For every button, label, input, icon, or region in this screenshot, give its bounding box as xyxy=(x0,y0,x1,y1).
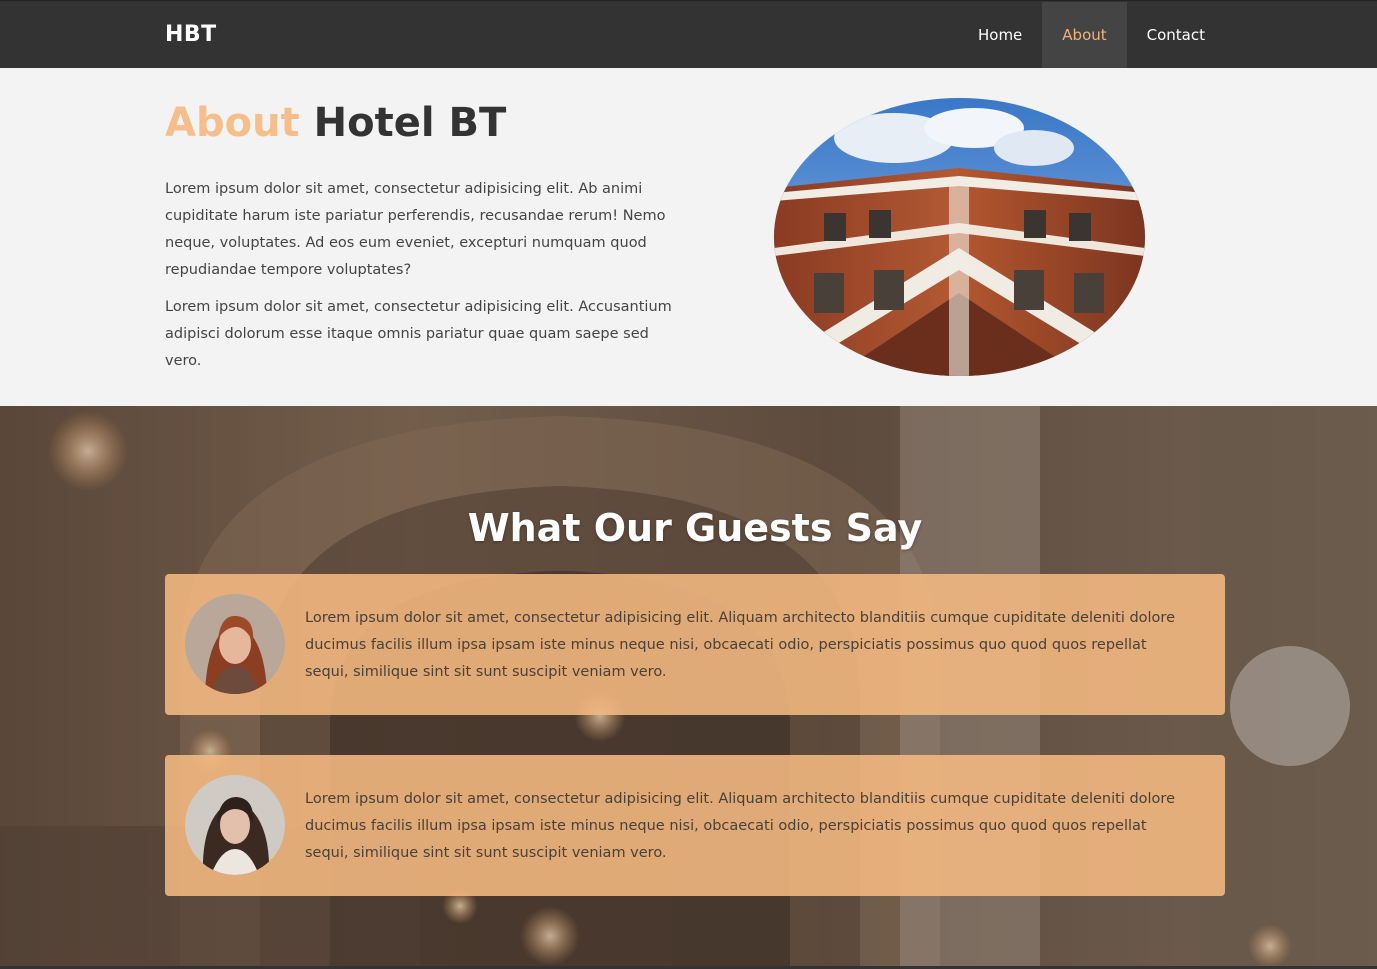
testimonials-title: What Our Guests Say xyxy=(467,506,923,550)
testimonial-card: Lorem ipsum dolor sit amet, consectetur … xyxy=(165,755,1225,896)
about-title-rest: Hotel BT xyxy=(313,100,507,146)
about-paragraph-1: Lorem ipsum dolor sit amet, consectetur … xyxy=(165,181,666,278)
navbar: HBT Home About Contact xyxy=(0,0,1377,69)
nav-link-home[interactable]: Home xyxy=(958,2,1042,69)
testimonial-text: Lorem ipsum dolor sit amet, consectetur … xyxy=(305,791,1175,861)
brand-logo[interactable]: HBT xyxy=(165,22,217,47)
about-section: About Hotel BT Lorem ipsum dolor sit ame… xyxy=(0,68,1377,406)
hotel-building-image xyxy=(774,98,1145,376)
testimonial-text: Lorem ipsum dolor sit amet, consectetur … xyxy=(305,610,1175,680)
about-title-accent: About xyxy=(165,100,300,146)
nav-link-about[interactable]: About xyxy=(1042,2,1127,69)
guest-avatar xyxy=(185,775,285,875)
about-title: About Hotel BT xyxy=(165,100,506,146)
nav-link-contact[interactable]: Contact xyxy=(1127,2,1225,69)
testimonial-card: Lorem ipsum dolor sit amet, consectetur … xyxy=(165,574,1225,715)
guest-avatar xyxy=(185,594,285,694)
testimonials-section: What Our Guests Say Lorem ipsum dolor si… xyxy=(0,406,1377,966)
about-paragraph-2: Lorem ipsum dolor sit amet, consectetur … xyxy=(165,299,672,369)
nav-links: Home About Contact xyxy=(958,2,1225,69)
